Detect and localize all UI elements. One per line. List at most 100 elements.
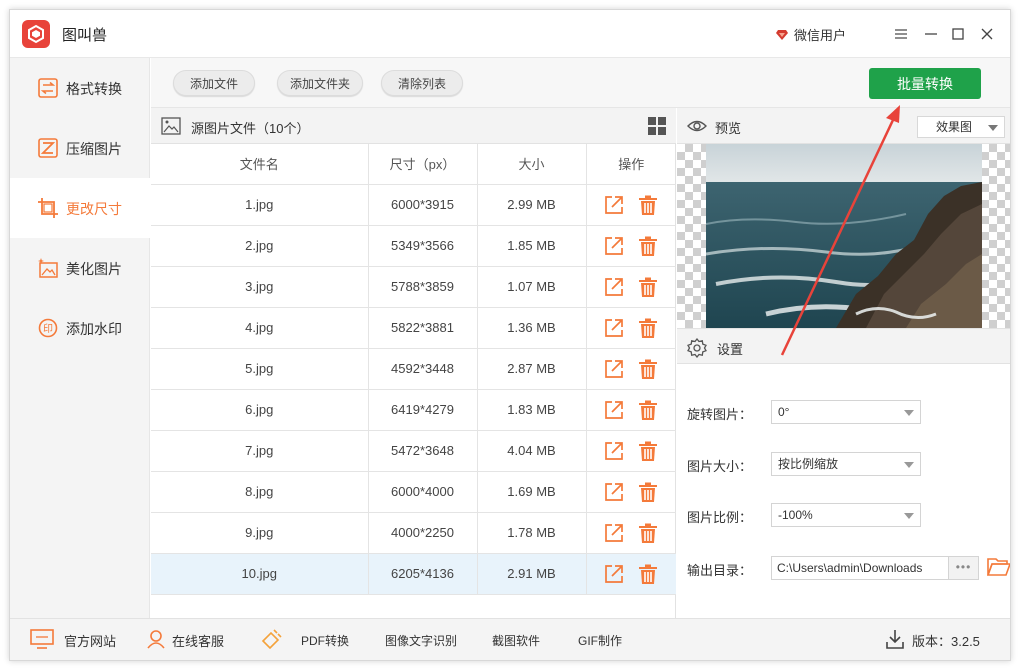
sidebar-item-beautify[interactable]: 美化图片 [10,238,150,298]
table-row[interactable]: 5.jpg 4592*3448 2.87 MB [151,348,676,390]
open-external-icon[interactable] [604,195,624,215]
dimensions-cell: 5788*3859 [368,266,478,308]
file-name-cell: 7.jpg [151,430,369,472]
file-list-header: 源图片文件（10个） [151,108,676,144]
open-external-icon[interactable] [604,318,624,338]
preview-mode-select[interactable]: 效果图 [917,116,1005,138]
file-name-cell: 9.jpg [151,512,369,554]
app-title: 图叫兽 [62,27,108,44]
open-external-icon[interactable] [604,523,624,543]
svg-text:印: 印 [43,323,53,335]
filesize-cell: 2.99 MB [477,184,587,226]
size-select[interactable]: 按比例缩放 [771,452,921,476]
preview-title: 预览 [715,121,742,136]
ocr-link[interactable]: 图像文字识别 [385,632,457,649]
gif-maker-link[interactable]: GIF制作 [578,632,622,649]
open-external-icon[interactable] [604,400,624,420]
trash-icon[interactable] [638,482,658,502]
browse-button[interactable]: ••• [949,556,979,580]
dimensions-cell: 5472*3648 [368,430,478,472]
trash-icon[interactable] [638,359,658,379]
filesize-cell: 1.07 MB [477,266,587,308]
gear-icon [687,338,707,358]
diamond-icon [776,29,788,40]
support-link[interactable]: 在线客服 [172,631,224,650]
image-preview [677,144,1010,328]
table-row[interactable]: 9.jpg 4000*2250 1.78 MB [151,512,676,554]
actions-cell [586,389,676,431]
sidebar-item-watermark[interactable]: 印 添加水印 [10,298,150,358]
sidebar-item-compress[interactable]: 压缩图片 [10,118,150,178]
actions-cell [586,553,676,595]
version-label: 版本：3.2.5 [912,634,980,649]
settings-title: 设置 [717,342,744,357]
clear-list-button[interactable]: 清除列表 [381,70,463,96]
open-external-icon[interactable] [604,441,624,461]
pdf-convert-link[interactable]: PDF转换 [301,632,349,649]
trash-icon[interactable] [638,318,658,338]
chevron-down-icon [904,410,914,416]
actions-cell [586,512,676,554]
folder-open-icon[interactable] [987,556,1011,578]
batch-convert-button[interactable]: 批量转换 [869,68,981,99]
sidebar-item-resize[interactable]: 更改尺寸 [10,178,150,238]
table-row[interactable]: 8.jpg 6000*4000 1.69 MB [151,471,676,513]
bottom-bar: 官方网站 在线客服 PDF转换 图像文字识别 截图软件 GIF制作 版本：3.2… [10,618,1010,660]
rotate-select[interactable]: 0° [771,400,921,424]
trash-icon[interactable] [638,277,658,297]
table-row[interactable]: 3.jpg 5788*3859 1.07 MB [151,266,676,308]
user-account[interactable]: 微信用户 [776,25,846,44]
table-row[interactable]: 4.jpg 5822*3881 1.36 MB [151,307,676,349]
column-header-actions: 操作 [586,144,676,185]
open-external-icon[interactable] [604,236,624,256]
close-button[interactable] [976,23,998,45]
website-link[interactable]: 官方网站 [64,631,116,650]
ratio-value: -100% [778,508,813,522]
swap-icon [38,78,58,98]
table-row[interactable]: 7.jpg 5472*3648 4.04 MB [151,430,676,472]
file-name-cell: 6.jpg [151,389,369,431]
trash-icon[interactable] [638,523,658,543]
trash-icon[interactable] [638,236,658,256]
output-dir-field[interactable]: C:\Users\admin\Downloads [771,556,949,580]
add-folder-button[interactable]: 添加文件夹 [277,70,363,96]
open-external-icon[interactable] [604,564,624,584]
stamp-icon: 印 [38,318,58,338]
sidebar-item-label: 美化图片 [66,261,122,277]
menu-icon[interactable] [890,23,912,45]
actions-cell [586,307,676,349]
table-row[interactable]: 2.jpg 5349*3566 1.85 MB [151,225,676,267]
open-external-icon[interactable] [604,359,624,379]
dimensions-cell: 4592*3448 [368,348,478,390]
table-row[interactable]: 10.jpg 6205*4136 2.91 MB [151,553,676,595]
filesize-cell: 1.78 MB [477,512,587,554]
table-row[interactable]: 1.jpg 6000*3915 2.99 MB [151,184,676,226]
filesize-cell: 2.91 MB [477,553,587,595]
screenshot-tool-link[interactable]: 截图软件 [492,632,540,649]
ratio-select[interactable]: -100% [771,503,921,527]
table-header-row: 文件名 尺寸（px） 大小 操作 [151,144,676,185]
right-panel: 预览 效果图 设置 旋转图片： 0° 图片大小： 按比例缩放 图片比例： -10… [677,108,1010,618]
trash-icon[interactable] [638,441,658,461]
open-external-icon[interactable] [604,277,624,297]
sidebar-item-format-convert[interactable]: 格式转换 [10,58,150,118]
dimensions-cell: 5822*3881 [368,307,478,349]
open-external-icon[interactable] [604,482,624,502]
maximize-button[interactable] [947,23,969,45]
trash-icon[interactable] [638,564,658,584]
trash-icon[interactable] [638,400,658,420]
actions-cell [586,266,676,308]
preview-image [706,144,982,328]
actions-cell [586,348,676,390]
filesize-cell: 2.87 MB [477,348,587,390]
file-name-cell: 1.jpg [151,184,369,226]
settings-header: 设置 [677,328,1010,364]
output-dir-label: 输出目录： [687,563,753,578]
trash-icon[interactable] [638,195,658,215]
file-table: 文件名 尺寸（px） 大小 操作 1.jpg 6000*3915 2.99 MB 2.… [151,144,676,595]
grid-view-icon[interactable] [648,117,666,135]
chevron-down-icon [904,513,914,519]
table-row[interactable]: 6.jpg 6419*4279 1.83 MB [151,389,676,431]
add-file-button[interactable]: 添加文件 [173,70,255,96]
minimize-button[interactable] [920,23,942,45]
